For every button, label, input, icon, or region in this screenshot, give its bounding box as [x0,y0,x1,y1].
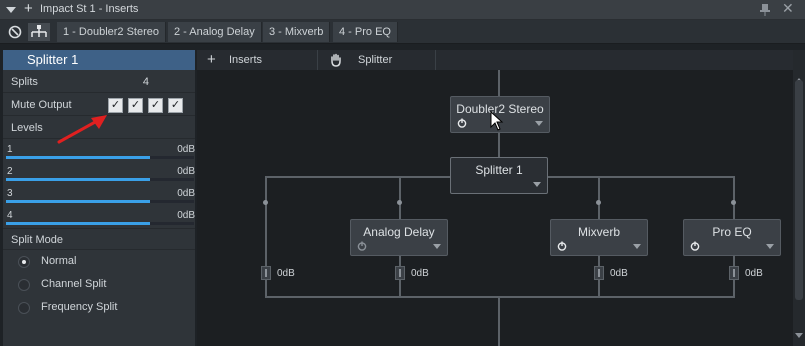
branch-gain-4: 0dB [745,268,763,279]
mute-switch-icon[interactable] [263,200,268,205]
radio-button[interactable] [18,302,30,314]
toolbar-divider [435,50,436,70]
split-mode-label: Split Mode [11,234,63,246]
radio-label: Normal [41,255,77,267]
radio-button[interactable] [18,279,30,291]
level-value: 0dB [177,166,195,177]
level-slider-3[interactable]: 3 0dB [3,187,195,209]
power-icon[interactable] [557,241,567,251]
tab-bar: 1 - Doubler2 Stereo 2 - Analog Delay 3 -… [0,20,805,44]
level-slider-1[interactable]: 1 0dB [3,143,195,165]
level-value: 0dB [177,144,195,155]
wire-input [498,70,500,97]
level-fill [6,200,150,203]
branch-fader-1[interactable] [261,266,271,280]
module-name: Mixverb [577,225,620,239]
splits-label: Splits [11,76,38,88]
splitter-settings-panel: Splitter 1 Splits 4 Mute Output ✓ ✓ ✓ ✓ … [3,50,195,346]
routing-toolbar: + Inserts Splitter [197,50,793,70]
vertical-scrollbar[interactable] [793,50,805,346]
branch-gain-2: 0dB [411,268,429,279]
split-mode-normal[interactable]: Normal [3,250,195,273]
radio-button[interactable] [18,256,30,268]
mute-switch-icon[interactable] [397,200,402,205]
module-name: Pro EQ [712,225,752,239]
level-number: 4 [7,210,13,221]
splitter-module[interactable]: Splitter 1 [450,157,548,194]
mute-switch-icon[interactable] [731,200,736,205]
routing-icon[interactable] [28,23,50,41]
add-icon[interactable]: + [24,1,33,17]
splits-value[interactable]: 4 [143,76,149,88]
mute-output-checkbox-1[interactable]: ✓ [108,98,123,113]
routing-view: + Inserts Splitter Doubler2 Stereo Split… [197,50,793,346]
level-number: 2 [7,166,13,177]
split-mode-channel-split[interactable]: Channel Split [3,273,195,296]
collapse-arrow-icon[interactable] [6,7,16,13]
window-title: Impact St 1 - Inserts [40,3,139,15]
annotation-arrow-icon [57,115,107,144]
level-fill [6,222,150,225]
power-icon[interactable] [357,241,367,251]
level-fill [6,156,150,159]
tab-doubler2-stereo[interactable]: 1 - Doubler2 Stereo [57,22,166,42]
splits-row: Splits 4 [3,71,195,93]
mute-output-label: Mute Output [11,99,72,111]
split-mode-header-row: Split Mode [3,228,195,250]
pin-icon[interactable] [758,3,772,17]
level-fill [6,178,150,181]
tab-mixverb[interactable]: 3 - Mixverb [263,22,331,42]
scroll-down-icon[interactable] [795,333,803,338]
level-number: 3 [7,188,13,199]
branch-fader-4[interactable] [729,266,739,280]
scrollbar-thumb[interactable] [795,80,803,300]
window-title-bar: + Impact St 1 - Inserts ✕ [0,0,805,20]
radio-label: Channel Split [41,278,107,290]
chevron-down-icon[interactable] [535,121,543,126]
pro-eq-module[interactable]: Pro EQ [683,219,781,256]
wire-sum-bus [265,296,735,298]
branch-fader-2[interactable] [395,266,405,280]
branch-gain-1: 0dB [277,268,295,279]
analog-delay-module[interactable]: Analog Delay [350,219,448,256]
radio-label: Frequency Split [41,301,118,313]
mute-output-checkbox-2[interactable]: ✓ [128,98,143,113]
mixverb-module[interactable]: Mixverb [550,219,648,256]
power-icon[interactable] [690,241,700,251]
mute-switch-icon[interactable] [596,200,601,205]
branch-gain-3: 0dB [610,268,628,279]
mute-output-checkbox-4[interactable]: ✓ [168,98,183,113]
inserts-button[interactable]: Inserts [229,50,262,70]
tab-pro-eq[interactable]: 4 - Pro EQ [333,22,398,42]
module-name: Splitter 1 [475,163,523,177]
split-mode-frequency-split[interactable]: Frequency Split [3,296,195,319]
splitter-button[interactable]: Splitter [358,50,392,70]
tab-analog-delay[interactable]: 2 - Analog Delay [168,22,262,42]
power-icon[interactable] [457,118,467,128]
wire-output [498,296,500,346]
hand-icon[interactable] [329,53,343,67]
chevron-down-icon[interactable] [633,244,641,249]
wire-doubler-to-splitter [498,132,500,158]
add-insert-icon[interactable]: + [207,50,216,70]
power-icon[interactable] [4,23,26,41]
chevron-down-icon[interactable] [433,244,441,249]
level-value: 0dB [177,210,195,221]
levels-label: Levels [11,122,43,134]
level-slider-2[interactable]: 2 0dB [3,165,195,187]
chevron-down-icon[interactable] [766,244,774,249]
toolbar-divider [317,50,318,70]
close-icon[interactable]: ✕ [782,0,794,17]
module-name: Analog Delay [363,225,435,239]
level-number: 1 [7,144,13,155]
branch-fader-3[interactable] [594,266,604,280]
level-value: 0dB [177,188,195,199]
mouse-cursor-icon [490,111,504,131]
mute-output-checkbox-3[interactable]: ✓ [148,98,163,113]
panel-header: Splitter 1 [3,50,195,70]
chevron-down-icon[interactable] [533,182,541,187]
